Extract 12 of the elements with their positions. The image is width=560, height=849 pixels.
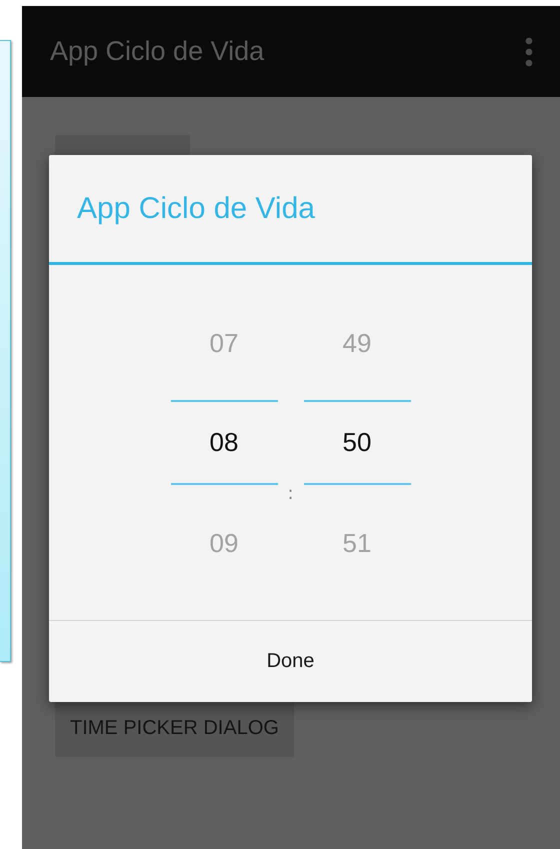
selected-value[interactable]: 08 [170, 400, 278, 485]
app-title: App Ciclo de Vida [50, 36, 264, 67]
time-picker-button[interactable]: TIME PICKER DIALOG [55, 700, 294, 757]
picker-value[interactable]: 09 [170, 520, 278, 566]
picker-value[interactable]: 51 [304, 520, 410, 566]
time-separator: : [287, 483, 294, 504]
done-button[interactable]: Done [49, 621, 532, 702]
selected-value[interactable]: 50 [304, 400, 410, 485]
dialog-title: App Ciclo de Vida [77, 192, 315, 226]
picker-value[interactable]: 49 [304, 320, 410, 366]
overflow-menu-icon[interactable] [525, 36, 533, 66]
picker-value[interactable]: 07 [170, 320, 278, 366]
